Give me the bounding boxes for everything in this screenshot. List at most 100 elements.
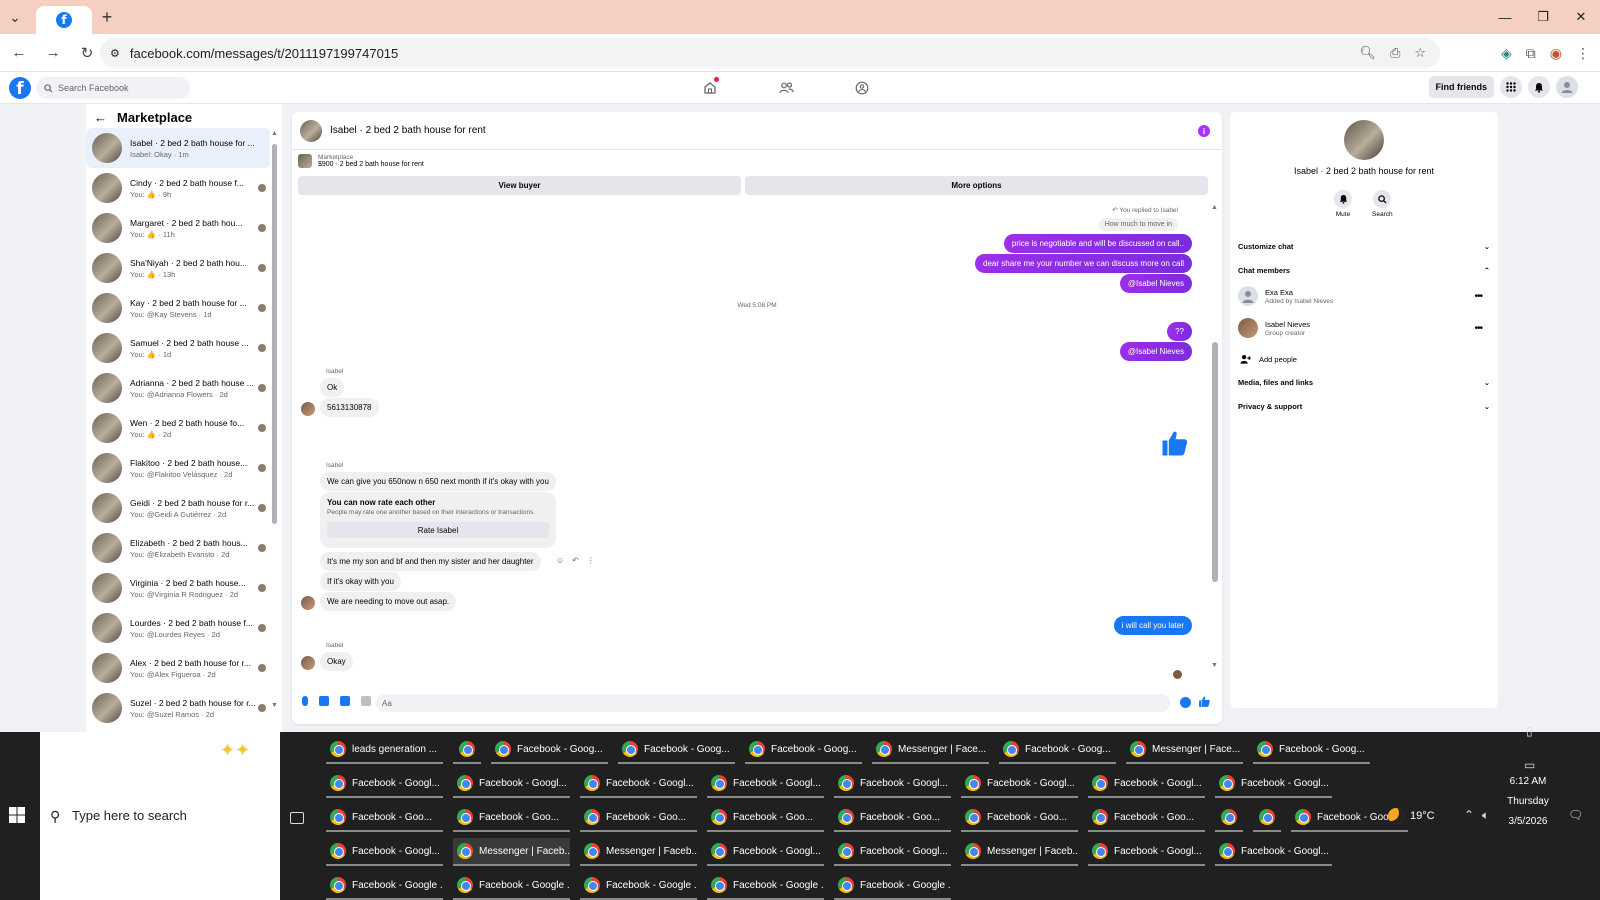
home-icon[interactable]: [700, 77, 720, 98]
marketplace-listing-banner[interactable]: Marketplace $900 · 2 bed 2 bath house fo…: [298, 154, 424, 168]
message-input[interactable]: Aa: [376, 694, 1170, 712]
microphone-icon[interactable]: [302, 696, 308, 706]
scroll-up-arrow-icon[interactable]: ▲: [1211, 204, 1218, 211]
extension-icon[interactable]: ◈: [1501, 45, 1512, 62]
taskbar-window-button[interactable]: Facebook - Goog...: [618, 736, 735, 764]
account-avatar-icon[interactable]: [1556, 76, 1578, 98]
weather-widget[interactable]: 19°C: [1388, 808, 1435, 824]
close-icon[interactable]: ✕: [1562, 0, 1600, 34]
chat-avatar[interactable]: [300, 119, 322, 142]
more-options-icon[interactable]: •••: [1474, 291, 1482, 302]
search-in-conversation-button[interactable]: Search: [1372, 190, 1393, 218]
taskbar-window-button[interactable]: [453, 736, 481, 764]
taskbar-window-button[interactable]: Facebook - Goo...: [326, 804, 443, 832]
taskbar-window-button[interactable]: Facebook - Googl...: [1088, 770, 1205, 798]
conversation-item[interactable]: Samuel · 2 bed 2 bath house ... You: 👍 · …: [86, 328, 270, 368]
taskbar-window-button[interactable]: Facebook - Google ...: [326, 872, 443, 900]
incoming-message[interactable]: We are needing to move out asap.: [320, 592, 457, 611]
groups-icon[interactable]: [852, 78, 872, 98]
outgoing-message[interactable]: price is negotiable and will be discusse…: [1003, 234, 1192, 253]
conversation-item[interactable]: Kay · 2 bed 2 bath house for ... You: @Ka…: [86, 288, 270, 328]
extensions-puzzle-icon[interactable]: ⧉: [1526, 45, 1536, 62]
taskbar-window-button[interactable]: Facebook - Goog...: [1253, 736, 1370, 764]
chat-title[interactable]: Isabel · 2 bed 2 bath house for rent: [330, 125, 486, 136]
taskbar-window-button[interactable]: Facebook - Googl...: [326, 770, 443, 798]
sender-avatar[interactable]: [301, 596, 315, 610]
task-view-icon[interactable]: [290, 812, 304, 824]
incoming-message[interactable]: If it's okay with you: [320, 572, 401, 591]
taskbar-window-button[interactable]: Facebook - Goog...: [491, 736, 608, 764]
address-bar[interactable]: ⚙ facebook.com/messages/t/20111971997470…: [100, 38, 1440, 68]
conversation-item[interactable]: Flakitoo · 2 bed 2 bath house... You: @Fl…: [86, 448, 270, 488]
taskbar-window-button[interactable]: Facebook - Googl...: [961, 770, 1078, 798]
notifications-bell-icon[interactable]: [1528, 76, 1550, 98]
conversation-list-scrollbar[interactable]: [272, 144, 277, 524]
facebook-search-input[interactable]: Search Facebook: [36, 77, 190, 99]
outgoing-mention-message[interactable]: @Isabel Nieves: [1119, 274, 1192, 293]
restore-icon[interactable]: ❐: [1524, 0, 1562, 34]
taskbar-window-button[interactable]: Facebook - Goog...: [999, 736, 1116, 764]
notification-center-icon[interactable]: 🗨︎: [1568, 808, 1583, 822]
tab-search-chevron-icon[interactable]: ⌄: [0, 0, 30, 34]
details-avatar[interactable]: [1344, 120, 1384, 160]
outgoing-mention-message[interactable]: @Isabel Nieves: [1119, 342, 1192, 361]
find-friends-button[interactable]: Find friends: [1428, 76, 1494, 98]
photo-attach-icon[interactable]: [319, 696, 329, 706]
thumbs-up-icon[interactable]: [1160, 428, 1190, 458]
conversation-item[interactable]: Adrianna · 2 bed 2 bath house ... You: @A…: [86, 368, 270, 408]
rate-isabel-button[interactable]: Rate Isabel: [327, 522, 549, 538]
privacy-support-section[interactable]: Privacy & support ⌄: [1238, 402, 1490, 411]
taskbar-window-button[interactable]: [1253, 804, 1281, 832]
taskbar-window-button[interactable]: Facebook - Googl...: [834, 838, 951, 866]
taskbar-window-button[interactable]: Facebook - Googl...: [453, 770, 570, 798]
zoom-icon[interactable]: 🔍︎: [1359, 45, 1376, 61]
profile-icon[interactable]: ◉: [1550, 45, 1562, 62]
menu-grid-icon[interactable]: [1500, 76, 1522, 98]
taskbar-window-button[interactable]: Facebook - Googl...: [707, 838, 824, 866]
back-arrow-icon[interactable]: ←: [4, 38, 34, 68]
taskbar-window-button[interactable]: Facebook - Goo...: [834, 804, 951, 832]
customize-chat-section[interactable]: Customize chat ⌄: [1238, 242, 1490, 251]
incoming-message[interactable]: We can give you 650now n 650 next month …: [320, 472, 556, 491]
more-actions-icon[interactable]: ⋮: [587, 556, 595, 565]
taskbar-window-button[interactable]: Facebook - Goog...: [745, 736, 862, 764]
chat-members-section[interactable]: Chat members ⌃: [1238, 266, 1490, 275]
conversation-item[interactable]: Suzel · 2 bed 2 bath house for r... You: …: [86, 688, 270, 728]
react-emoji-icon[interactable]: ☺: [556, 556, 564, 565]
scroll-down-arrow-icon[interactable]: ▼: [271, 702, 278, 709]
conversation-item[interactable]: Geidi · 2 bed 2 bath house for r... You: …: [86, 488, 270, 528]
reply-icon[interactable]: ↶: [572, 556, 579, 565]
view-buyer-button[interactable]: View buyer: [298, 176, 741, 195]
more-options-button[interactable]: More options: [745, 176, 1208, 195]
conversation-item[interactable]: Isabel · 2 bed 2 bath house for ... Isabe…: [86, 128, 270, 168]
taskbar-window-button[interactable]: Facebook - Google ...: [834, 872, 951, 900]
taskbar-clock[interactable]: 6:12 AM Thursday 3/5/2026: [1500, 772, 1556, 832]
taskbar-window-button[interactable]: Messenger | Face...: [1126, 736, 1243, 764]
bookmark-star-icon[interactable]: ☆: [1414, 45, 1426, 61]
conversation-item[interactable]: Wen · 2 bed 2 bath house fo... You: 👍 · 2…: [86, 408, 270, 448]
sticker-icon[interactable]: [340, 696, 350, 706]
volume-icon[interactable]: 🔈︎: [1482, 808, 1489, 823]
taskbar-search-box[interactable]: ✦✦ ⚲ Type here to search: [40, 732, 280, 900]
taskbar-window-button[interactable]: Facebook - Googl...: [834, 770, 951, 798]
scroll-up-arrow-icon[interactable]: ▲: [271, 130, 278, 137]
taskbar-window-button[interactable]: Facebook - Google ...: [580, 872, 697, 900]
site-info-icon[interactable]: ⚙: [110, 47, 120, 60]
taskbar-window-button[interactable]: [1215, 804, 1243, 832]
incoming-message[interactable]: Ok: [320, 378, 345, 397]
taskbar-window-button[interactable]: leads generation ...: [326, 736, 443, 764]
incoming-message[interactable]: It's me my son and bf and then my sister…: [320, 552, 541, 571]
taskbar-window-button[interactable]: Facebook - Goo...: [580, 804, 697, 832]
taskbar-window-button[interactable]: Facebook - Googl...: [1088, 838, 1205, 866]
media-files-links-section[interactable]: Media, files and links ⌄: [1238, 378, 1490, 387]
outgoing-message[interactable]: i will call you later: [1113, 616, 1192, 635]
install-app-icon[interactable]: ⎙: [1390, 45, 1400, 61]
scroll-down-arrow-icon[interactable]: ▼: [1211, 662, 1218, 669]
taskbar-window-button[interactable]: Facebook - Goo...: [1088, 804, 1205, 832]
conversation-item[interactable]: Alex · 2 bed 2 bath house for r... You: @…: [86, 648, 270, 688]
conversation-info-icon[interactable]: i: [1198, 125, 1210, 137]
taskbar-window-button[interactable]: Facebook - Google ...: [707, 872, 824, 900]
mute-button[interactable]: Mute: [1334, 190, 1352, 218]
reload-icon[interactable]: ↻: [72, 38, 102, 68]
chat-member-item[interactable]: Isabel Nieves Group creator •••: [1238, 318, 1490, 338]
